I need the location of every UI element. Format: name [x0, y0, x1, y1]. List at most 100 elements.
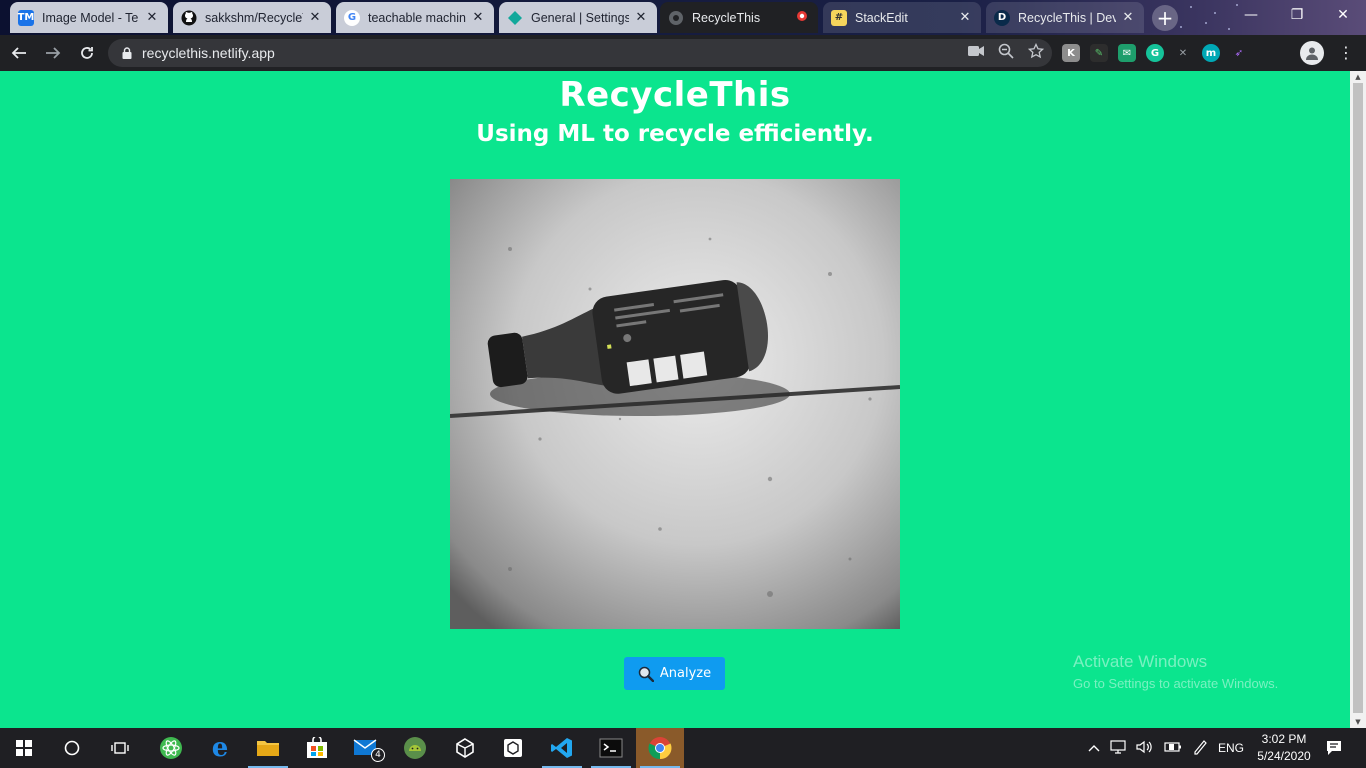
atom-app-icon[interactable] — [147, 728, 195, 768]
notification-icon — [1327, 741, 1341, 755]
tab-stackedit[interactable]: # StackEdit ✕ — [823, 2, 981, 33]
tab-title: Image Model - Te — [42, 10, 139, 25]
windows-logo-icon — [16, 740, 32, 756]
tab-recyclethis-active[interactable]: RecycleThis — [660, 2, 818, 33]
pen-extension-icon[interactable]: ✎ — [1090, 44, 1108, 62]
address-bar[interactable]: recyclethis.netlify.app — [108, 39, 1052, 67]
tab-strip: TM Image Model - Te ✕ sakkshm/RecycleT ✕… — [0, 0, 1366, 35]
chrome-logo-icon — [648, 737, 672, 760]
terminal-icon[interactable] — [587, 728, 635, 768]
restore-button[interactable]: ❐ — [1274, 0, 1320, 30]
m-extension-icon[interactable]: m — [1202, 44, 1220, 62]
unity-icon[interactable] — [441, 728, 489, 768]
extension-icon[interactable]: K — [1062, 44, 1080, 62]
tab-general-settings[interactable]: General | Settings ✕ — [499, 2, 657, 33]
tm-favicon-icon: TM — [18, 9, 34, 26]
background-star — [1214, 12, 1216, 14]
minimize-button[interactable]: — — [1228, 0, 1274, 30]
tools-extension-icon[interactable]: ✕ — [1174, 44, 1192, 62]
task-view-button[interactable] — [96, 728, 144, 768]
pen-workspace-icon[interactable] — [1192, 739, 1208, 758]
diamond-icon — [507, 10, 523, 26]
watermark-title: Activate Windows — [1073, 652, 1208, 671]
search-icon — [638, 666, 654, 682]
background-star — [1190, 6, 1192, 8]
edge-browser-icon[interactable]: e — [196, 728, 244, 768]
tab-title: teachable machin — [368, 10, 466, 25]
background-star — [1180, 26, 1182, 28]
file-explorer-icon[interactable] — [244, 728, 292, 768]
tab-devpost[interactable]: D RecycleThis | Dev ✕ — [986, 2, 1144, 33]
mail-app-icon[interactable]: 4 — [342, 728, 390, 768]
camera-icon[interactable] — [968, 45, 984, 61]
reload-icon — [81, 47, 93, 59]
start-button[interactable] — [0, 728, 48, 768]
battery-icon[interactable] — [1164, 741, 1182, 756]
close-icon[interactable]: ✕ — [307, 10, 323, 25]
lock-icon — [120, 47, 134, 59]
zoom-out-icon[interactable] — [998, 43, 1014, 63]
analyze-label: Analyze — [659, 666, 712, 681]
close-icon[interactable]: ✕ — [144, 10, 160, 25]
avatar-icon — [1306, 47, 1318, 60]
mail-badge: 4 — [371, 748, 385, 762]
browser-menu-icon[interactable]: ⋮ — [1336, 41, 1356, 65]
android-studio-icon[interactable] — [391, 728, 439, 768]
tab-github[interactable]: sakkshm/RecycleT ✕ — [173, 2, 331, 33]
back-arrow-icon — [11, 47, 26, 59]
tab-title: General | Settings — [531, 10, 629, 25]
rocket-extension-icon[interactable]: ➶ — [1230, 44, 1248, 62]
profile-avatar[interactable] — [1300, 41, 1324, 65]
page-scrollbar[interactable]: ▲ ▼ — [1350, 71, 1366, 728]
netlify-icon — [668, 10, 684, 26]
github-icon — [181, 10, 197, 26]
google-icon: G — [344, 9, 360, 26]
dev-icon: D — [994, 9, 1010, 26]
vscode-icon[interactable] — [538, 728, 586, 768]
stackedit-icon: # — [831, 9, 847, 26]
clock-date: 5/24/2020 — [1257, 749, 1311, 763]
bookmark-star-icon[interactable] — [1027, 42, 1045, 63]
scrollbar-thumb[interactable] — [1353, 83, 1363, 713]
analyze-button[interactable]: Analyze — [624, 657, 725, 690]
network-icon[interactable] — [1110, 739, 1126, 757]
circle-search-icon — [64, 740, 80, 756]
clock-time: 3:02 PM — [1261, 732, 1307, 746]
tab-image-model[interactable]: TM Image Model - Te ✕ — [10, 2, 168, 33]
notifications-button[interactable] — [1322, 728, 1346, 768]
page-content: RecycleThis Using ML to recycle efficien… — [0, 71, 1350, 728]
page-subtitle: Using ML to recycle efficiently. — [476, 121, 874, 147]
scroll-down-icon[interactable]: ▼ — [1350, 716, 1366, 728]
chevron-up-icon[interactable] — [1088, 741, 1100, 755]
close-icon[interactable]: ✕ — [470, 10, 486, 25]
language-indicator[interactable]: ENG — [1218, 741, 1244, 755]
cortana-search-button[interactable] — [48, 728, 96, 768]
new-tab-button[interactable]: + — [1152, 5, 1178, 31]
tab-teachable-machine[interactable]: G teachable machin ✕ — [336, 2, 494, 33]
scroll-up-icon[interactable]: ▲ — [1350, 71, 1366, 83]
extensions-row: K ✎ ✉ G ✕ m ➶ — [1062, 35, 1248, 71]
close-icon[interactable]: ✕ — [633, 10, 649, 25]
back-button[interactable] — [4, 38, 34, 68]
close-window-button[interactable]: ✕ — [1320, 0, 1366, 30]
volume-icon[interactable] — [1136, 740, 1154, 757]
close-icon[interactable]: ✕ — [957, 10, 973, 25]
watermark-subtitle: Go to Settings to activate Windows. — [1073, 676, 1279, 691]
microsoft-store-icon[interactable] — [293, 728, 341, 768]
tab-title: sakkshm/RecycleT — [205, 10, 303, 25]
recording-icon[interactable] — [794, 10, 810, 26]
chrome-taskbar-icon[interactable] — [636, 728, 684, 768]
background-star — [1205, 22, 1207, 24]
forward-arrow-icon — [46, 47, 61, 59]
tab-title: RecycleThis — [692, 10, 761, 25]
grammarly-icon[interactable]: G — [1146, 44, 1164, 62]
forward-button[interactable] — [38, 38, 68, 68]
mail-extension-icon[interactable]: ✉ — [1118, 44, 1136, 62]
activate-windows-watermark: Activate Windows Go to Settings to activ… — [1073, 652, 1278, 691]
close-icon[interactable]: ✕ — [1120, 10, 1136, 25]
unity-hub-icon[interactable] — [489, 728, 537, 768]
page-title: RecycleThis — [559, 75, 791, 115]
webcam-photo — [450, 179, 900, 629]
system-clock[interactable]: 3:02 PM 5/24/2020 — [1248, 731, 1320, 765]
reload-button[interactable] — [72, 38, 102, 68]
